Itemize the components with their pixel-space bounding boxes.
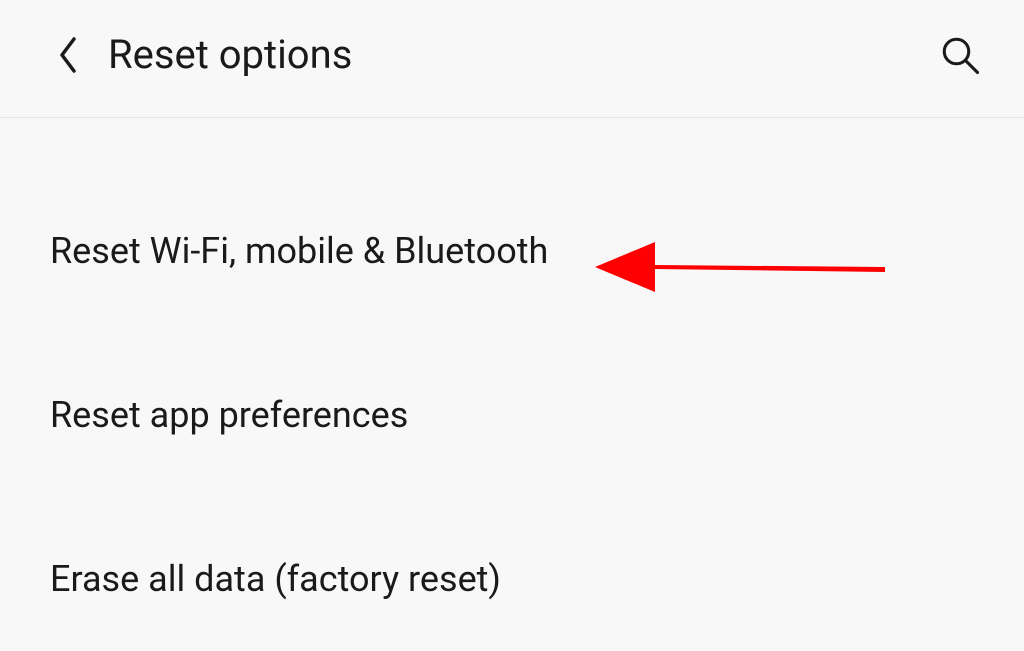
app-header: Reset options xyxy=(0,0,1024,118)
page-title: Reset options xyxy=(108,31,936,78)
option-label: Erase all data (factory reset) xyxy=(50,558,501,600)
option-label: Reset app preferences xyxy=(50,394,408,436)
erase-all-data-option[interactable]: Erase all data (factory reset) xyxy=(50,536,974,622)
chevron-left-icon xyxy=(58,37,78,73)
options-list: Reset Wi-Fi, mobile & Bluetooth Reset ap… xyxy=(0,118,1024,622)
back-button[interactable] xyxy=(58,37,78,73)
search-button[interactable] xyxy=(936,31,984,79)
search-icon xyxy=(939,34,981,76)
reset-app-preferences-option[interactable]: Reset app preferences xyxy=(50,372,974,458)
option-label: Reset Wi-Fi, mobile & Bluetooth xyxy=(50,230,548,272)
reset-wifi-mobile-bluetooth-option[interactable]: Reset Wi-Fi, mobile & Bluetooth xyxy=(50,208,974,294)
